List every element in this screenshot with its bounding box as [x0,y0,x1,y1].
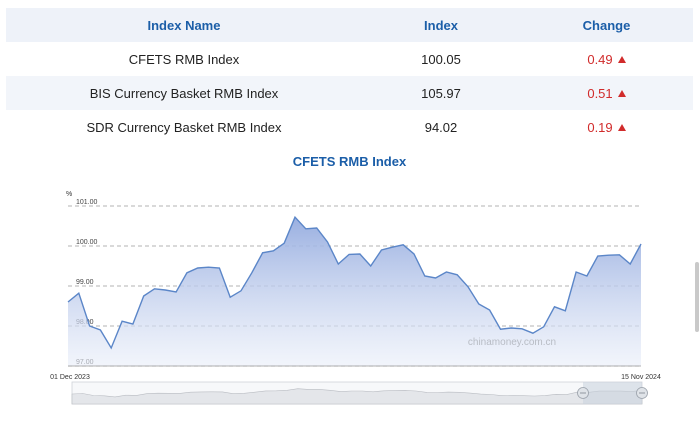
y-axis-unit: % [66,191,72,198]
page-scrollbar[interactable] [695,262,699,332]
navigator-left-handle[interactable] [577,387,589,399]
chart-canvas: % 101.00100.0099.0098.0097.00 chinamoney… [50,191,661,405]
navigator-selection[interactable] [583,382,642,404]
watermark: chinamoney.com.cn [468,337,556,348]
y-tick-label: 100.00 [76,239,98,246]
navigator-right-handle[interactable] [636,387,648,399]
y-tick-label: 99.00 [76,279,94,286]
x-start-label: 01 Dec 2023 [50,374,90,381]
x-end-label: 15 Nov 2024 [621,374,661,381]
y-tick-label: 101.00 [76,199,98,206]
